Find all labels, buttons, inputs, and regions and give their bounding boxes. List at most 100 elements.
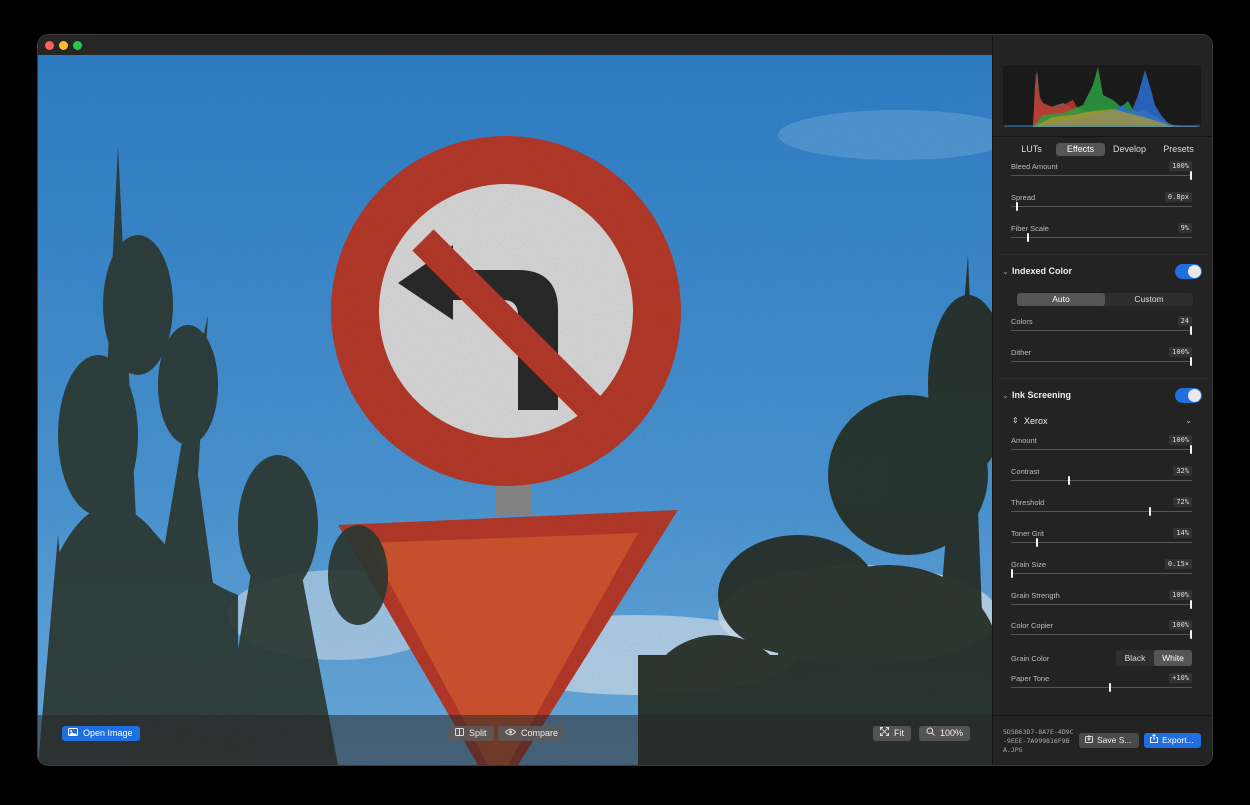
grain-size-label: Grain Size xyxy=(1011,560,1047,569)
indexed-color-header[interactable]: ⌄ Indexed Color xyxy=(1002,264,1202,280)
tab-develop[interactable]: Develop xyxy=(1105,143,1154,156)
contrast-label: Contrast xyxy=(1011,467,1040,476)
slider-thumb[interactable] xyxy=(1190,357,1192,366)
zoom-window-button[interactable] xyxy=(73,41,82,50)
threshold-slider[interactable]: Threshold 72% xyxy=(1011,497,1192,518)
save-button[interactable]: Save S... xyxy=(1079,733,1139,748)
color-copier-label: Color Copier xyxy=(1011,621,1054,630)
split-label: Split xyxy=(469,728,487,738)
divider xyxy=(993,136,1212,137)
ink-screening-toggle[interactable] xyxy=(1175,388,1202,403)
colors-slider[interactable]: Colors 24 xyxy=(1011,316,1192,337)
image-canvas[interactable]: Open Image Split Compare Fit 100% xyxy=(38,55,992,765)
chevron-down-icon[interactable]: ⌄ xyxy=(1002,267,1009,276)
canvas-toolbar: Open Image Split Compare Fit 100% xyxy=(38,715,992,765)
dither-slider[interactable]: Dither 100% xyxy=(1011,347,1192,368)
export-button[interactable]: Export... xyxy=(1144,733,1201,748)
slider-track xyxy=(1011,542,1192,543)
inspector-tabs: LUTs Effects Develop Presets xyxy=(1007,143,1203,156)
slider-thumb[interactable] xyxy=(1190,171,1192,180)
ink-screening-title: Ink Screening xyxy=(1012,390,1072,400)
fiber-scale-value[interactable]: 9% xyxy=(1177,223,1192,233)
slider-thumb[interactable] xyxy=(1190,326,1192,335)
slider-thumb[interactable] xyxy=(1190,445,1192,454)
grain-black-option[interactable]: Black xyxy=(1116,650,1154,666)
up-down-chevron-icon: ⇕ xyxy=(1012,416,1019,425)
compare-button[interactable]: Compare xyxy=(498,726,566,741)
share-icon xyxy=(1150,733,1158,748)
grain-white-option[interactable]: White xyxy=(1154,650,1192,666)
open-image-button[interactable]: Open Image xyxy=(62,726,140,741)
tab-effects[interactable]: Effects xyxy=(1056,143,1105,156)
title-bar xyxy=(38,35,992,55)
slider-track xyxy=(1011,206,1192,207)
slider-thumb[interactable] xyxy=(1149,507,1151,516)
chevron-down-icon[interactable]: ⌄ xyxy=(1002,391,1009,400)
split-button[interactable]: Split xyxy=(448,726,494,741)
mode-custom-option[interactable]: Custom xyxy=(1105,293,1193,306)
toner-grit-label: Toner Grit xyxy=(1011,529,1044,538)
photo-preview xyxy=(38,55,992,765)
zoom-button[interactable]: 100% xyxy=(919,726,971,741)
slider-track xyxy=(1011,330,1192,331)
bleed-amount-value[interactable]: 100% xyxy=(1169,161,1192,171)
spread-label: Spread xyxy=(1011,193,1036,202)
slider-thumb[interactable] xyxy=(1036,538,1038,547)
tab-luts[interactable]: LUTs xyxy=(1007,143,1056,156)
dither-label: Dither xyxy=(1011,348,1032,357)
mode-auto-option[interactable]: Auto xyxy=(1017,293,1105,306)
toggle-knob xyxy=(1188,389,1201,402)
colors-label: Colors xyxy=(1011,317,1033,326)
slider-thumb[interactable] xyxy=(1190,600,1192,609)
slider-thumb[interactable] xyxy=(1027,233,1029,242)
slider-thumb[interactable] xyxy=(1190,630,1192,639)
grain-size-value[interactable]: 0.15× xyxy=(1164,559,1192,569)
fit-label: Fit xyxy=(894,728,904,738)
slider-thumb[interactable] xyxy=(1109,683,1111,692)
contrast-slider[interactable]: Contrast 32% xyxy=(1011,466,1192,487)
color-copier-value[interactable]: 100% xyxy=(1169,620,1192,630)
spread-value[interactable]: 0.8px xyxy=(1164,192,1192,202)
grain-strength-value[interactable]: 100% xyxy=(1169,590,1192,600)
colors-value[interactable]: 24 xyxy=(1177,316,1192,326)
expand-icon xyxy=(880,726,889,741)
grain-color-segmented: Black White xyxy=(1116,650,1192,666)
indexed-color-mode: Auto Custom xyxy=(1017,293,1193,306)
open-image-label: Open Image xyxy=(83,728,133,738)
close-window-button[interactable] xyxy=(45,41,54,50)
fiber-scale-slider[interactable]: Fiber Scale 9% xyxy=(1011,223,1192,244)
grain-color-label: Grain Color xyxy=(1011,654,1050,663)
compare-label: Compare xyxy=(521,728,559,738)
slider-track xyxy=(1011,449,1192,450)
ink-screening-header[interactable]: ⌄ Ink Screening xyxy=(1002,388,1202,404)
save-label: Save S... xyxy=(1097,735,1132,745)
spread-slider[interactable]: Spread 0.8px xyxy=(1011,192,1192,213)
toner-grit-value[interactable]: 14% xyxy=(1173,528,1192,538)
zoom-label: 100% xyxy=(940,728,964,738)
bleed-amount-slider[interactable]: Bleed Amount 100% xyxy=(1011,161,1192,182)
slider-thumb[interactable] xyxy=(1016,202,1018,211)
threshold-value[interactable]: 72% xyxy=(1173,497,1192,507)
indexed-color-toggle[interactable] xyxy=(1175,264,1202,279)
paper-tone-label: Paper Tone xyxy=(1011,674,1050,683)
divider xyxy=(999,378,1207,379)
grain-size-slider[interactable]: Grain Size 0.15× xyxy=(1011,559,1192,580)
paper-tone-slider[interactable]: Paper Tone +10% xyxy=(1011,673,1192,694)
contrast-value[interactable]: 32% xyxy=(1173,466,1192,476)
magnifier-icon xyxy=(926,726,935,741)
preset-selector[interactable]: ⇕ Xerox ⌄ xyxy=(1012,416,1192,428)
grain-strength-slider[interactable]: Grain Strength 100% xyxy=(1011,590,1192,611)
slider-track xyxy=(1011,604,1192,605)
slider-thumb[interactable] xyxy=(1011,569,1013,578)
dither-value[interactable]: 100% xyxy=(1169,347,1192,357)
color-copier-slider[interactable]: Color Copier 100% xyxy=(1011,620,1192,641)
amount-slider[interactable]: Amount 100% xyxy=(1011,435,1192,456)
toner-grit-slider[interactable]: Toner Grit 14% xyxy=(1011,528,1192,549)
app-window: Open Image Split Compare Fit 100% LUTs E… xyxy=(38,35,1212,765)
fit-button[interactable]: Fit xyxy=(873,726,911,741)
slider-thumb[interactable] xyxy=(1068,476,1070,485)
amount-value[interactable]: 100% xyxy=(1169,435,1192,445)
paper-tone-value[interactable]: +10% xyxy=(1169,673,1192,683)
minimize-window-button[interactable] xyxy=(59,41,68,50)
tab-presets[interactable]: Presets xyxy=(1154,143,1203,156)
